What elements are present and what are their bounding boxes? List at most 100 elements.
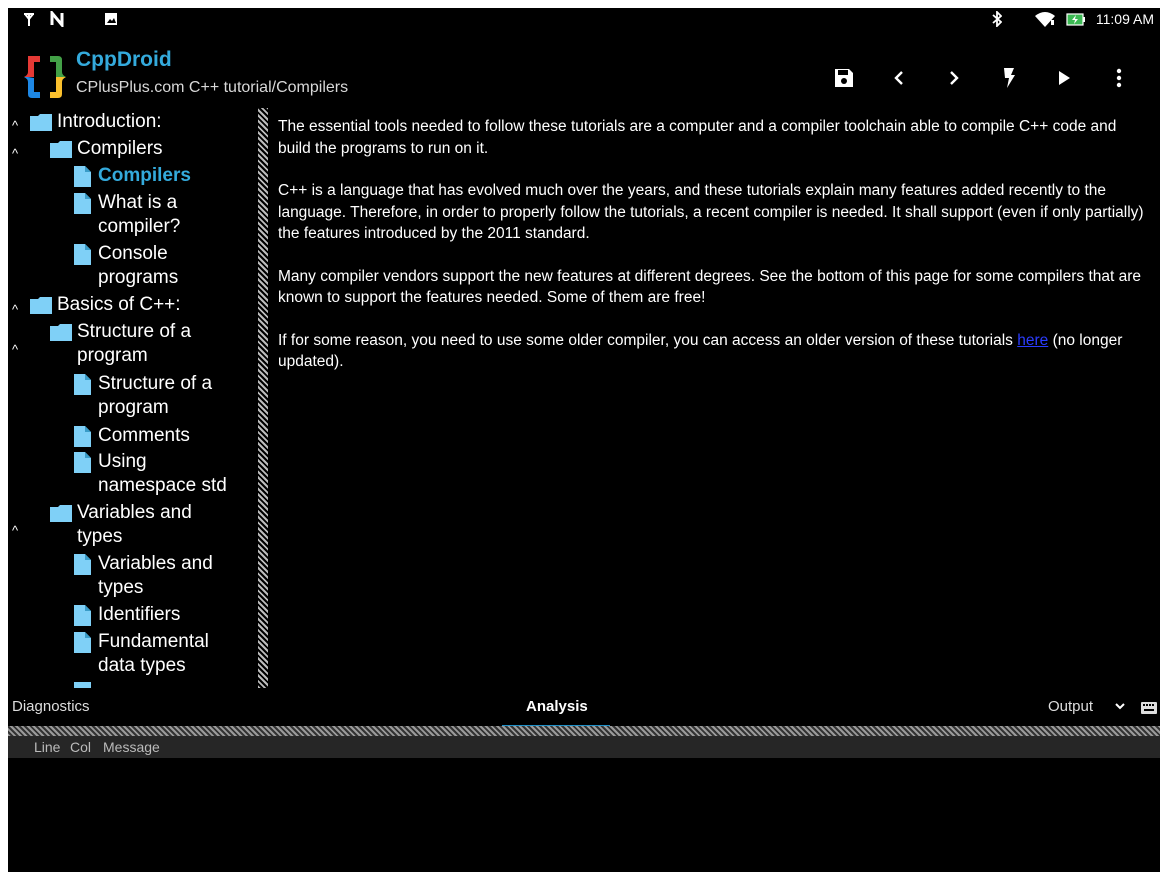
column-header-message[interactable]: Message [103, 739, 160, 755]
document-icon [74, 554, 91, 575]
moon-icon [1015, 13, 1022, 25]
tree-item-structure-of-a-program[interactable]: Structure of a program [74, 372, 212, 420]
vertical-splitter[interactable] [258, 108, 268, 688]
horizontal-splitter[interactable] [8, 726, 1160, 736]
tree-item-label: Compilers [77, 138, 163, 159]
tree-item-compilers-folder[interactable]: Compilers [50, 137, 163, 161]
battery-charging-icon [1066, 13, 1085, 26]
tree-item-label-line1: Fundamental [98, 631, 209, 652]
run-button[interactable] [1036, 58, 1091, 98]
tree-item-label: Console programs [98, 242, 178, 290]
tree-item-label-line1: Structure of a [98, 373, 213, 394]
collapse-chevron-icon[interactable]: ^ [12, 114, 26, 133]
tree-item-structure-folder[interactable]: Structure of a program [50, 320, 191, 368]
collapse-chevron-icon[interactable]: ^ [12, 142, 26, 161]
column-header-line[interactable]: Line [34, 739, 60, 755]
tree-item-label-line2: program [77, 345, 148, 366]
toolbar [816, 58, 1146, 98]
status-time: 11:09 AM [1095, 11, 1154, 27]
save-button[interactable] [816, 58, 871, 98]
tree-item-label-line2: namespace std [98, 475, 227, 496]
tree-item-what-is-a-compiler[interactable]: What is a compiler? [74, 191, 180, 239]
paragraph: If for some reason, you need to use some… [278, 330, 1148, 373]
document-icon [74, 605, 91, 626]
tree-item-label-line1: What is a [98, 192, 178, 213]
forward-button[interactable] [926, 58, 981, 98]
folder-icon [30, 114, 52, 131]
tree-item-fundamental-data-types[interactable]: Fundamental data types [74, 630, 209, 678]
tree-item-label: Basics of C++: [57, 294, 181, 315]
tree-item-label-line2: program [98, 397, 169, 418]
tree-item-comments[interactable]: Comments [74, 424, 190, 448]
tutorial-tree: ^ Introduction: ^ Compilers Compilers Wh… [8, 108, 258, 688]
tree-item-label-line2: compiler? [98, 216, 181, 237]
tree-item-identifiers[interactable]: Identifiers [74, 603, 180, 627]
paragraph-text: If for some reason, you need to use some… [278, 331, 1013, 349]
tree-item-label-line1: Using [98, 451, 147, 472]
older-tutorials-link[interactable]: here [1017, 332, 1048, 349]
back-button[interactable] [871, 58, 926, 98]
tree-item-variables-and-types[interactable]: Variables and types [74, 552, 213, 600]
tree-item-label: Variables and types [98, 552, 213, 600]
document-icon [74, 244, 91, 265]
tree-item-label: Compilers [98, 165, 191, 186]
document-icon [74, 632, 91, 653]
app-title: CppDroid [76, 48, 172, 71]
tree-item-label-line1: Structure of a [77, 321, 192, 342]
tree-item-introduction[interactable]: Introduction: [30, 110, 162, 134]
more-options-button[interactable] [1091, 58, 1146, 98]
diagnostics-table-header: Line Col Message [8, 736, 1160, 758]
antenna-icon [24, 13, 34, 26]
tab-analysis[interactable]: Analysis [526, 698, 588, 715]
tree-item-label: Introduction: [57, 111, 162, 132]
tree-item-label: Structure of a program [77, 320, 191, 368]
document-icon [74, 452, 91, 473]
tab-output[interactable]: Output [1048, 698, 1093, 715]
app-subtitle: CPlusPlus.com C++ tutorial/Compilers [76, 79, 349, 96]
tree-item-label: What is a compiler? [98, 191, 180, 239]
diagnostics-list [8, 758, 1160, 872]
back-icon [893, 71, 903, 85]
tree-item-label-line2: types [77, 526, 123, 547]
tree-item-console-programs[interactable]: Console programs [74, 242, 178, 290]
column-header-col[interactable]: Col [70, 739, 91, 755]
paragraph: C++ is a language that has evolved much … [278, 182, 1144, 242]
collapse-chevron-icon[interactable]: ^ [12, 298, 26, 317]
document-icon [74, 682, 91, 688]
moon-icon [82, 13, 88, 25]
document-icon [74, 374, 91, 395]
n-icon [50, 11, 64, 27]
folder-icon [30, 297, 52, 314]
tree-item-label-line2: programs [98, 267, 179, 288]
chevron-down-icon[interactable] [1114, 700, 1126, 712]
document-icon [74, 193, 91, 214]
tree-item-label-line1: Console [98, 243, 168, 264]
wifi-icon [1034, 12, 1055, 27]
tree-item-using-namespace-std[interactable]: Using namespace std [74, 450, 227, 498]
tutorial-content: The essential tools needed to follow the… [278, 116, 1148, 394]
image-icon [105, 13, 117, 25]
tree-item-label-line1: Variables and [77, 502, 192, 523]
tree-item-label: Structure of a program [98, 372, 212, 420]
keyboard-icon[interactable] [1141, 702, 1157, 714]
document-icon [74, 426, 91, 447]
tree-item-label: Identifiers [98, 604, 181, 625]
tab-diagnostics[interactable]: Diagnostics [12, 698, 90, 715]
folder-icon [50, 141, 72, 158]
tree-item-compilers[interactable]: Compilers [74, 164, 191, 188]
tree-item-label: Fundamental data types [98, 630, 209, 678]
collapse-chevron-icon[interactable]: ^ [12, 338, 26, 357]
save-icon [834, 69, 853, 87]
tree-item-label: Variables and types [77, 501, 192, 549]
build-button[interactable] [981, 58, 1036, 98]
paragraph: The essential tools needed to follow the… [278, 118, 1117, 157]
tree-item-label-line2: data types [98, 655, 186, 676]
tree-item-label-line1: Variables and [98, 553, 213, 574]
build-icon [1003, 68, 1015, 88]
paragraph: Many compiler vendors support the new fe… [278, 267, 1142, 307]
document-icon [74, 166, 91, 187]
collapse-chevron-icon[interactable]: ^ [12, 519, 26, 538]
tree-item-basics-of-cpp[interactable]: Basics of C++: [30, 293, 181, 317]
tree-item-variables-folder[interactable]: Variables and types [50, 501, 192, 549]
run-icon [1058, 71, 1070, 85]
